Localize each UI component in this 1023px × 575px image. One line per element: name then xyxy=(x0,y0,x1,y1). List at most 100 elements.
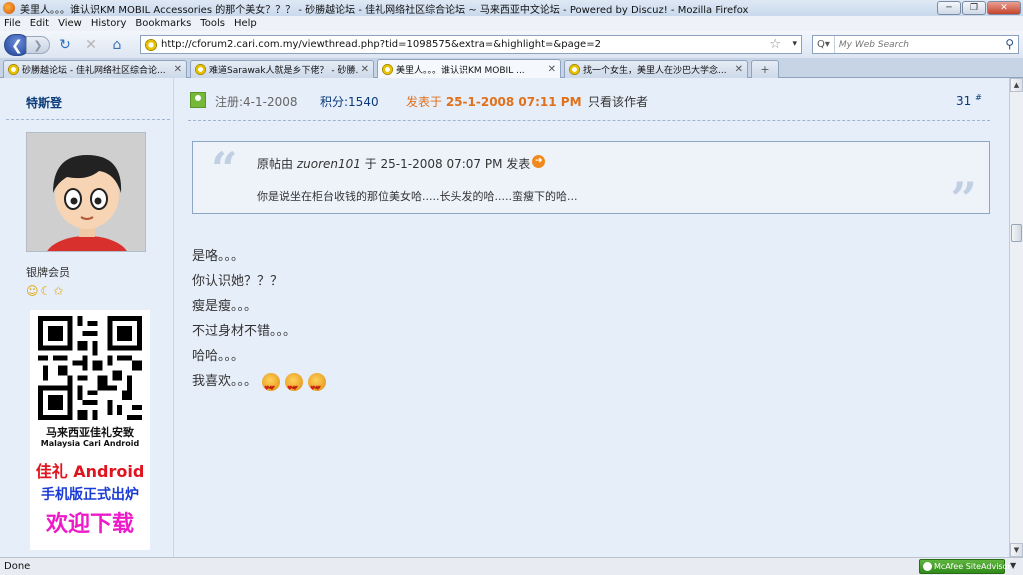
tab-3-active[interactable]: 美里人。。。谁认识KM MOBIL ... ✕ xyxy=(377,59,561,78)
forward-button[interactable]: ❯ xyxy=(26,35,50,54)
user-profile-icon[interactable] xyxy=(190,92,206,108)
message-line: 哈哈。。。 xyxy=(192,349,245,364)
menu-help[interactable]: Help xyxy=(234,18,257,29)
tab-4[interactable]: 找一个女生，美里人在沙巴大学念... ✕ xyxy=(564,60,748,78)
url-input[interactable] xyxy=(161,39,761,50)
firefox-icon xyxy=(3,2,15,14)
posted-time: 发表于 25-1-2008 07:11 PM xyxy=(406,93,582,110)
maximize-button[interactable]: ❐ xyxy=(962,1,986,15)
author-username[interactable]: 特斯登 xyxy=(26,94,62,111)
avatar[interactable] xyxy=(26,132,146,252)
tab-2[interactable]: 难道Sarawak人就是乡下佬？ - 砂勝... ✕ xyxy=(190,60,374,78)
message-line: 你认识她？？？ xyxy=(192,274,284,289)
sun-icon: ☺ xyxy=(26,284,39,298)
ad-subheadline: 手机版正式出炉 xyxy=(41,487,139,503)
tab-favicon xyxy=(382,63,393,75)
post-header: 注册:4-1-2008 积分:1540 发表于 25-1-2008 07:11 … xyxy=(188,90,988,110)
tab-bar: 砂勝越论坛 - 佳礼网络社区综合论... ✕ 难道Sarawak人就是乡下佬？ … xyxy=(0,58,1023,78)
divider xyxy=(6,119,170,120)
mcafee-siteadvisor-button[interactable]: McAfee SiteAdvisor xyxy=(919,559,1011,574)
android-ad-banner[interactable]: 马来西亚佳礼安致 Malaysia Cari Android 佳礼 Androi… xyxy=(30,310,150,550)
site-favicon xyxy=(145,38,157,51)
reload-icon[interactable]: ↻ xyxy=(54,35,76,55)
go-to-post-icon[interactable]: ➜ xyxy=(532,155,546,168)
menu-view[interactable]: View xyxy=(58,18,82,29)
window-title: 美里人。。。谁认识KM MOBIL Accessories 的那个美女？？？ -… xyxy=(20,4,749,16)
url-dropdown-icon[interactable]: ▾ xyxy=(792,39,797,49)
view-author-only-link[interactable]: 只看该作者 xyxy=(588,93,648,110)
message-line: 是咯。。。 xyxy=(192,249,245,264)
window-controls: ─ ❐ ✕ xyxy=(937,1,1021,15)
open-quote-icon: “ xyxy=(211,142,238,196)
address-bar[interactable]: ☆ ▾ xyxy=(140,35,802,54)
quote-body: 你是说坐在柜台收钱的那位美女哈.....长头发的哈.....蛮瘦下的哈... xyxy=(257,190,578,203)
moon-icon: ☾ xyxy=(40,284,52,298)
floor-number: 31 xyxy=(956,94,972,108)
ad-title-en: Malaysia Cari Android xyxy=(40,439,140,448)
menu-file[interactable]: File xyxy=(4,18,21,29)
posted-timestamp: 25-1-2008 07:11 PM xyxy=(445,95,582,109)
tab-label: 砂勝越论坛 - 佳礼网络社区综合论... xyxy=(22,66,166,76)
status-text: Done xyxy=(4,561,31,572)
tab-close-icon[interactable]: ✕ xyxy=(174,64,182,75)
post-floor-number[interactable]: 31 # xyxy=(956,93,982,108)
divider xyxy=(188,120,990,121)
tab-favicon xyxy=(195,64,206,75)
bookmark-star-icon[interactable]: ☆ xyxy=(769,37,781,52)
menu-tools[interactable]: Tools xyxy=(200,18,225,29)
mcafee-dropdown-icon[interactable]: ▼ xyxy=(1010,561,1016,570)
tab-favicon xyxy=(8,64,19,75)
minimize-button[interactable]: ─ xyxy=(937,1,961,15)
message-line: 瘦是瘦。。。 xyxy=(192,299,258,314)
new-tab-button[interactable]: + xyxy=(751,60,779,78)
quote-author[interactable]: zuoren101 xyxy=(297,157,361,171)
close-quote-icon: ” xyxy=(950,172,977,226)
menu-bar: File Edit View History Bookmarks Tools H… xyxy=(0,16,1023,31)
status-bar: Done McAfee SiteAdvisor ▼ xyxy=(0,557,1023,575)
quote-block: “ 原帖由 zuoren101 于 25-1-2008 07:07 PM 发表 ➜… xyxy=(192,141,990,226)
tab-label: 找一个女生，美里人在沙巴大学念... xyxy=(583,66,727,76)
quote-prefix: 原帖由 xyxy=(257,157,297,171)
home-icon[interactable]: ⌂ xyxy=(106,35,128,55)
search-bar[interactable]: Q▾ ⚲ xyxy=(812,35,1019,54)
rank-icons: ☺ ☾ ✩ xyxy=(26,284,63,298)
message-line-last: 我喜欢。。。 xyxy=(192,369,327,401)
tab-close-icon[interactable]: ✕ xyxy=(548,64,556,75)
menu-edit[interactable]: Edit xyxy=(30,18,49,29)
member-rank: 银牌会员 xyxy=(26,266,70,279)
posted-prefix: 发表于 xyxy=(406,95,446,109)
ad-headline: 佳礼 Android xyxy=(35,462,145,481)
tab-label: 美里人。。。谁认识KM MOBIL ... xyxy=(396,65,525,76)
heart-eyes-emoji-icon xyxy=(285,372,304,401)
post-message: 是咯。。。 你认识她？？？ 瘦是瘦。。。 不过身材不错。。。 哈哈。。。 我喜欢… xyxy=(192,244,327,401)
ad-title-cn: 马来西亚佳礼安致 xyxy=(46,426,134,439)
scroll-up-icon[interactable]: ▲ xyxy=(1010,78,1023,92)
tab-label: 难道Sarawak人就是乡下佬？ - 砂勝... xyxy=(209,66,358,76)
qr-code-icon xyxy=(38,316,142,420)
window-titlebar: 美里人。。。谁认识KM MOBIL Accessories 的那个美女？？？ -… xyxy=(0,0,1023,16)
message-line: 我喜欢。。。 xyxy=(192,374,258,389)
scrollbar-thumb[interactable] xyxy=(1011,224,1022,242)
points-link[interactable]: 积分:1540 xyxy=(320,93,379,110)
scroll-down-icon[interactable]: ▼ xyxy=(1010,543,1023,557)
tab-close-icon[interactable]: ✕ xyxy=(361,64,369,75)
ad-download-cta: 欢迎下载 xyxy=(45,512,134,537)
menu-history[interactable]: History xyxy=(91,18,127,29)
message-line: 不过身材不错。。。 xyxy=(192,324,297,339)
tab-1[interactable]: 砂勝越论坛 - 佳礼网络社区综合论... ✕ xyxy=(3,60,187,78)
avatar-image xyxy=(27,133,145,251)
search-engine-selector[interactable]: Q▾ xyxy=(813,36,835,53)
close-button[interactable]: ✕ xyxy=(987,1,1021,15)
star-icon: ✩ xyxy=(53,284,64,298)
register-date: 注册:4-1-2008 xyxy=(215,95,298,109)
navigation-toolbar: ❮ ❯ ↻ ✕ ⌂ ☆ ▾ Q▾ ⚲ xyxy=(0,31,1023,58)
page-content: 特斯登 银牌会员 ☺ ☾ ✩ 马来西亚佳礼安致 Malaysia Cari An… xyxy=(0,78,1009,557)
stop-icon[interactable]: ✕ xyxy=(80,35,102,55)
search-icon[interactable]: ⚲ xyxy=(1005,37,1014,51)
tab-close-icon[interactable]: ✕ xyxy=(735,64,743,75)
search-input[interactable] xyxy=(838,39,989,50)
menu-bookmarks[interactable]: Bookmarks xyxy=(135,18,191,29)
floor-hash: # xyxy=(975,93,982,102)
post-author-sidebar: 特斯登 银牌会员 ☺ ☾ ✩ 马来西亚佳礼安致 Malaysia Cari An… xyxy=(0,78,174,557)
vertical-scrollbar[interactable]: ▲ ▼ xyxy=(1009,78,1023,557)
